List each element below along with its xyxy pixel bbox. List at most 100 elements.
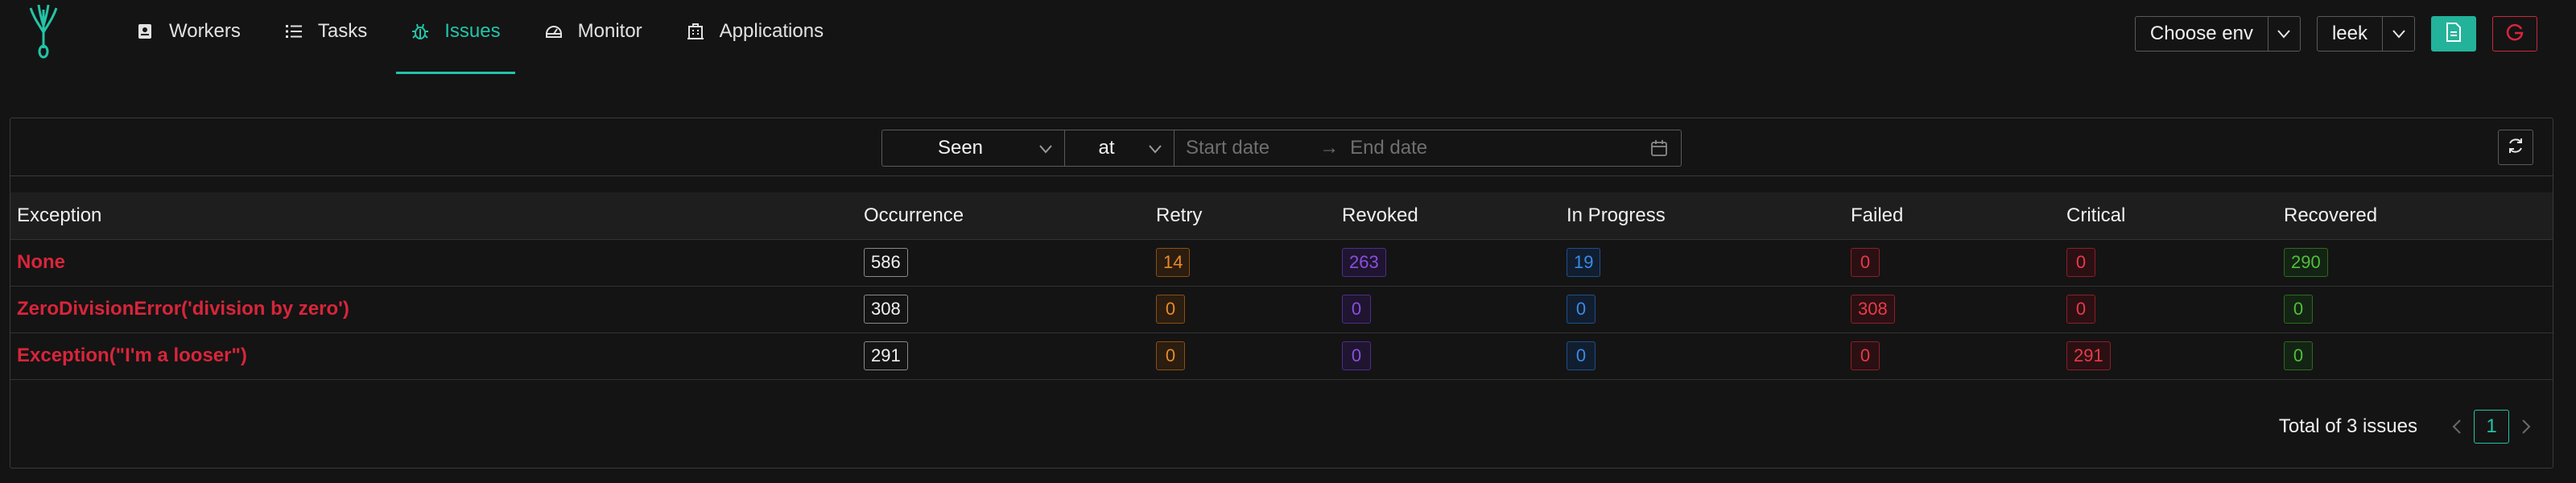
issues-table: Exception Occurrence Retry Revoked In Pr…: [10, 192, 2553, 380]
revoked-tag: 0: [1342, 341, 1371, 370]
env-select[interactable]: Choose env: [2134, 16, 2301, 52]
retry-tag: 0: [1156, 295, 1185, 324]
revoked-cell: 0: [1335, 286, 1560, 332]
app-select[interactable]: leek: [2316, 16, 2415, 52]
recovered-tag: 290: [2284, 248, 2328, 277]
occurrence-tag: 291: [864, 341, 908, 370]
nav-label: Issues: [444, 20, 501, 42]
document-icon: [2446, 22, 2462, 46]
occurrence-cell: 291: [857, 332, 1150, 379]
nav-tasks[interactable]: Tasks: [270, 0, 382, 74]
in-progress-tag: 0: [1567, 295, 1596, 324]
nav-issues[interactable]: Issues: [396, 0, 516, 74]
list-icon: [284, 22, 303, 41]
page-1-button[interactable]: 1: [2474, 410, 2509, 444]
in-progress-tag: 19: [1567, 248, 1601, 277]
revoked-tag: 263: [1342, 248, 1386, 277]
exception-cell[interactable]: Exception("I'm a looser"): [10, 332, 857, 379]
occurrence-tag: 308: [864, 295, 908, 324]
dashboard-icon: [544, 22, 564, 41]
table-row[interactable]: ZeroDivisionError('division by zero') 30…: [10, 286, 2553, 332]
nav-monitor[interactable]: Monitor: [530, 0, 657, 74]
column-header[interactable]: Recovered: [2277, 192, 2553, 239]
critical-tag: 0: [2066, 295, 2095, 324]
start-date-input[interactable]: Start date: [1186, 137, 1269, 159]
end-date-input[interactable]: End date: [1350, 137, 1427, 159]
app-select-label: leek: [2331, 23, 2368, 44]
column-header[interactable]: In Progress: [1560, 192, 1844, 239]
recovered-tag: 0: [2284, 341, 2313, 370]
top-navigation: Workers Tasks Issues Monitor Application…: [0, 0, 2576, 74]
nav-label: Monitor: [577, 20, 642, 42]
calendar-icon: [1650, 139, 1668, 157]
failed-tag: 0: [1851, 341, 1880, 370]
column-header[interactable]: Retry: [1150, 192, 1335, 239]
chevron-down-icon[interactable]: [2382, 16, 2414, 52]
occurrence-cell: 308: [857, 286, 1150, 332]
retry-tag: 0: [1156, 341, 1185, 370]
table-header-row: Exception Occurrence Retry Revoked In Pr…: [10, 192, 2553, 239]
revoked-cell: 263: [1335, 239, 1560, 286]
header-tools: Choose env leek: [2134, 16, 2537, 52]
nav-label: Tasks: [317, 20, 368, 42]
table-row[interactable]: Exception("I'm a looser") 291 0 0 0 0 29…: [10, 332, 2553, 379]
at-select-value: at: [1098, 137, 1115, 159]
column-header[interactable]: Failed: [1844, 192, 2060, 239]
retry-tag: 14: [1156, 248, 1191, 277]
column-header[interactable]: Revoked: [1335, 192, 1560, 239]
chevron-right-icon[interactable]: [2514, 411, 2538, 443]
arrow-right-icon: →: [1319, 137, 1340, 159]
occurrence-tag: 586: [864, 248, 908, 277]
retry-cell: 0: [1150, 332, 1335, 379]
revoked-tag: 0: [1342, 295, 1371, 324]
refresh-icon: [2506, 136, 2525, 159]
critical-cell: 291: [2060, 332, 2277, 379]
failed-tag: 0: [1851, 248, 1880, 277]
in-progress-cell: 0: [1560, 286, 1844, 332]
occurrence-cell: 586: [857, 239, 1150, 286]
revoked-cell: 0: [1335, 332, 1560, 379]
at-select[interactable]: at: [1065, 130, 1174, 167]
critical-cell: 0: [2060, 239, 2277, 286]
failed-cell: 308: [1844, 286, 2060, 332]
chevron-down-icon: [1038, 137, 1053, 159]
retry-cell: 0: [1150, 286, 1335, 332]
in-progress-cell: 0: [1560, 332, 1844, 379]
time-filter-group: Seen at Start date → End date: [881, 130, 1682, 167]
exception-cell[interactable]: ZeroDivisionError('division by zero'): [10, 286, 857, 332]
pagination-total: Total of 3 issues: [2278, 415, 2417, 437]
nav-applications[interactable]: Applications: [671, 0, 838, 74]
recovered-cell: 0: [2277, 332, 2553, 379]
bug-icon: [411, 22, 430, 41]
chevron-left-icon[interactable]: [2445, 411, 2469, 443]
main-nav: Workers Tasks Issues Monitor Application…: [121, 0, 852, 74]
retry-cell: 14: [1150, 239, 1335, 286]
chevron-down-icon[interactable]: [2267, 16, 2300, 52]
column-header[interactable]: Occurrence: [857, 192, 1150, 239]
recovered-cell: 0: [2277, 286, 2553, 332]
id-card-icon: [135, 22, 155, 41]
docs-button[interactable]: [2431, 16, 2476, 52]
nav-workers[interactable]: Workers: [121, 0, 255, 74]
seen-select-value: Seen: [937, 137, 984, 159]
env-select-label: Choose env: [2149, 23, 2253, 44]
exception-cell[interactable]: None: [10, 239, 857, 286]
column-header[interactable]: Critical: [2060, 192, 2277, 239]
critical-tag: 291: [2066, 341, 2111, 370]
table-row[interactable]: None 586 14 263 19 0 0 290: [10, 239, 2553, 286]
nav-label: Applications: [719, 20, 824, 42]
filter-bar: Seen at Start date → End date: [10, 118, 2553, 176]
recovered-cell: 290: [2277, 239, 2553, 286]
leek-logo-icon[interactable]: [27, 3, 60, 60]
column-header[interactable]: Exception: [10, 192, 857, 239]
failed-cell: 0: [1844, 332, 2060, 379]
critical-cell: 0: [2060, 286, 2277, 332]
in-progress-cell: 19: [1560, 239, 1844, 286]
logout-button[interactable]: [2492, 16, 2537, 52]
building-icon: [686, 22, 705, 41]
seen-select[interactable]: Seen: [881, 130, 1065, 167]
date-range-picker[interactable]: Start date → End date: [1174, 130, 1682, 167]
failed-cell: 0: [1844, 239, 2060, 286]
failed-tag: 308: [1851, 295, 1895, 324]
refresh-button[interactable]: [2498, 130, 2533, 165]
